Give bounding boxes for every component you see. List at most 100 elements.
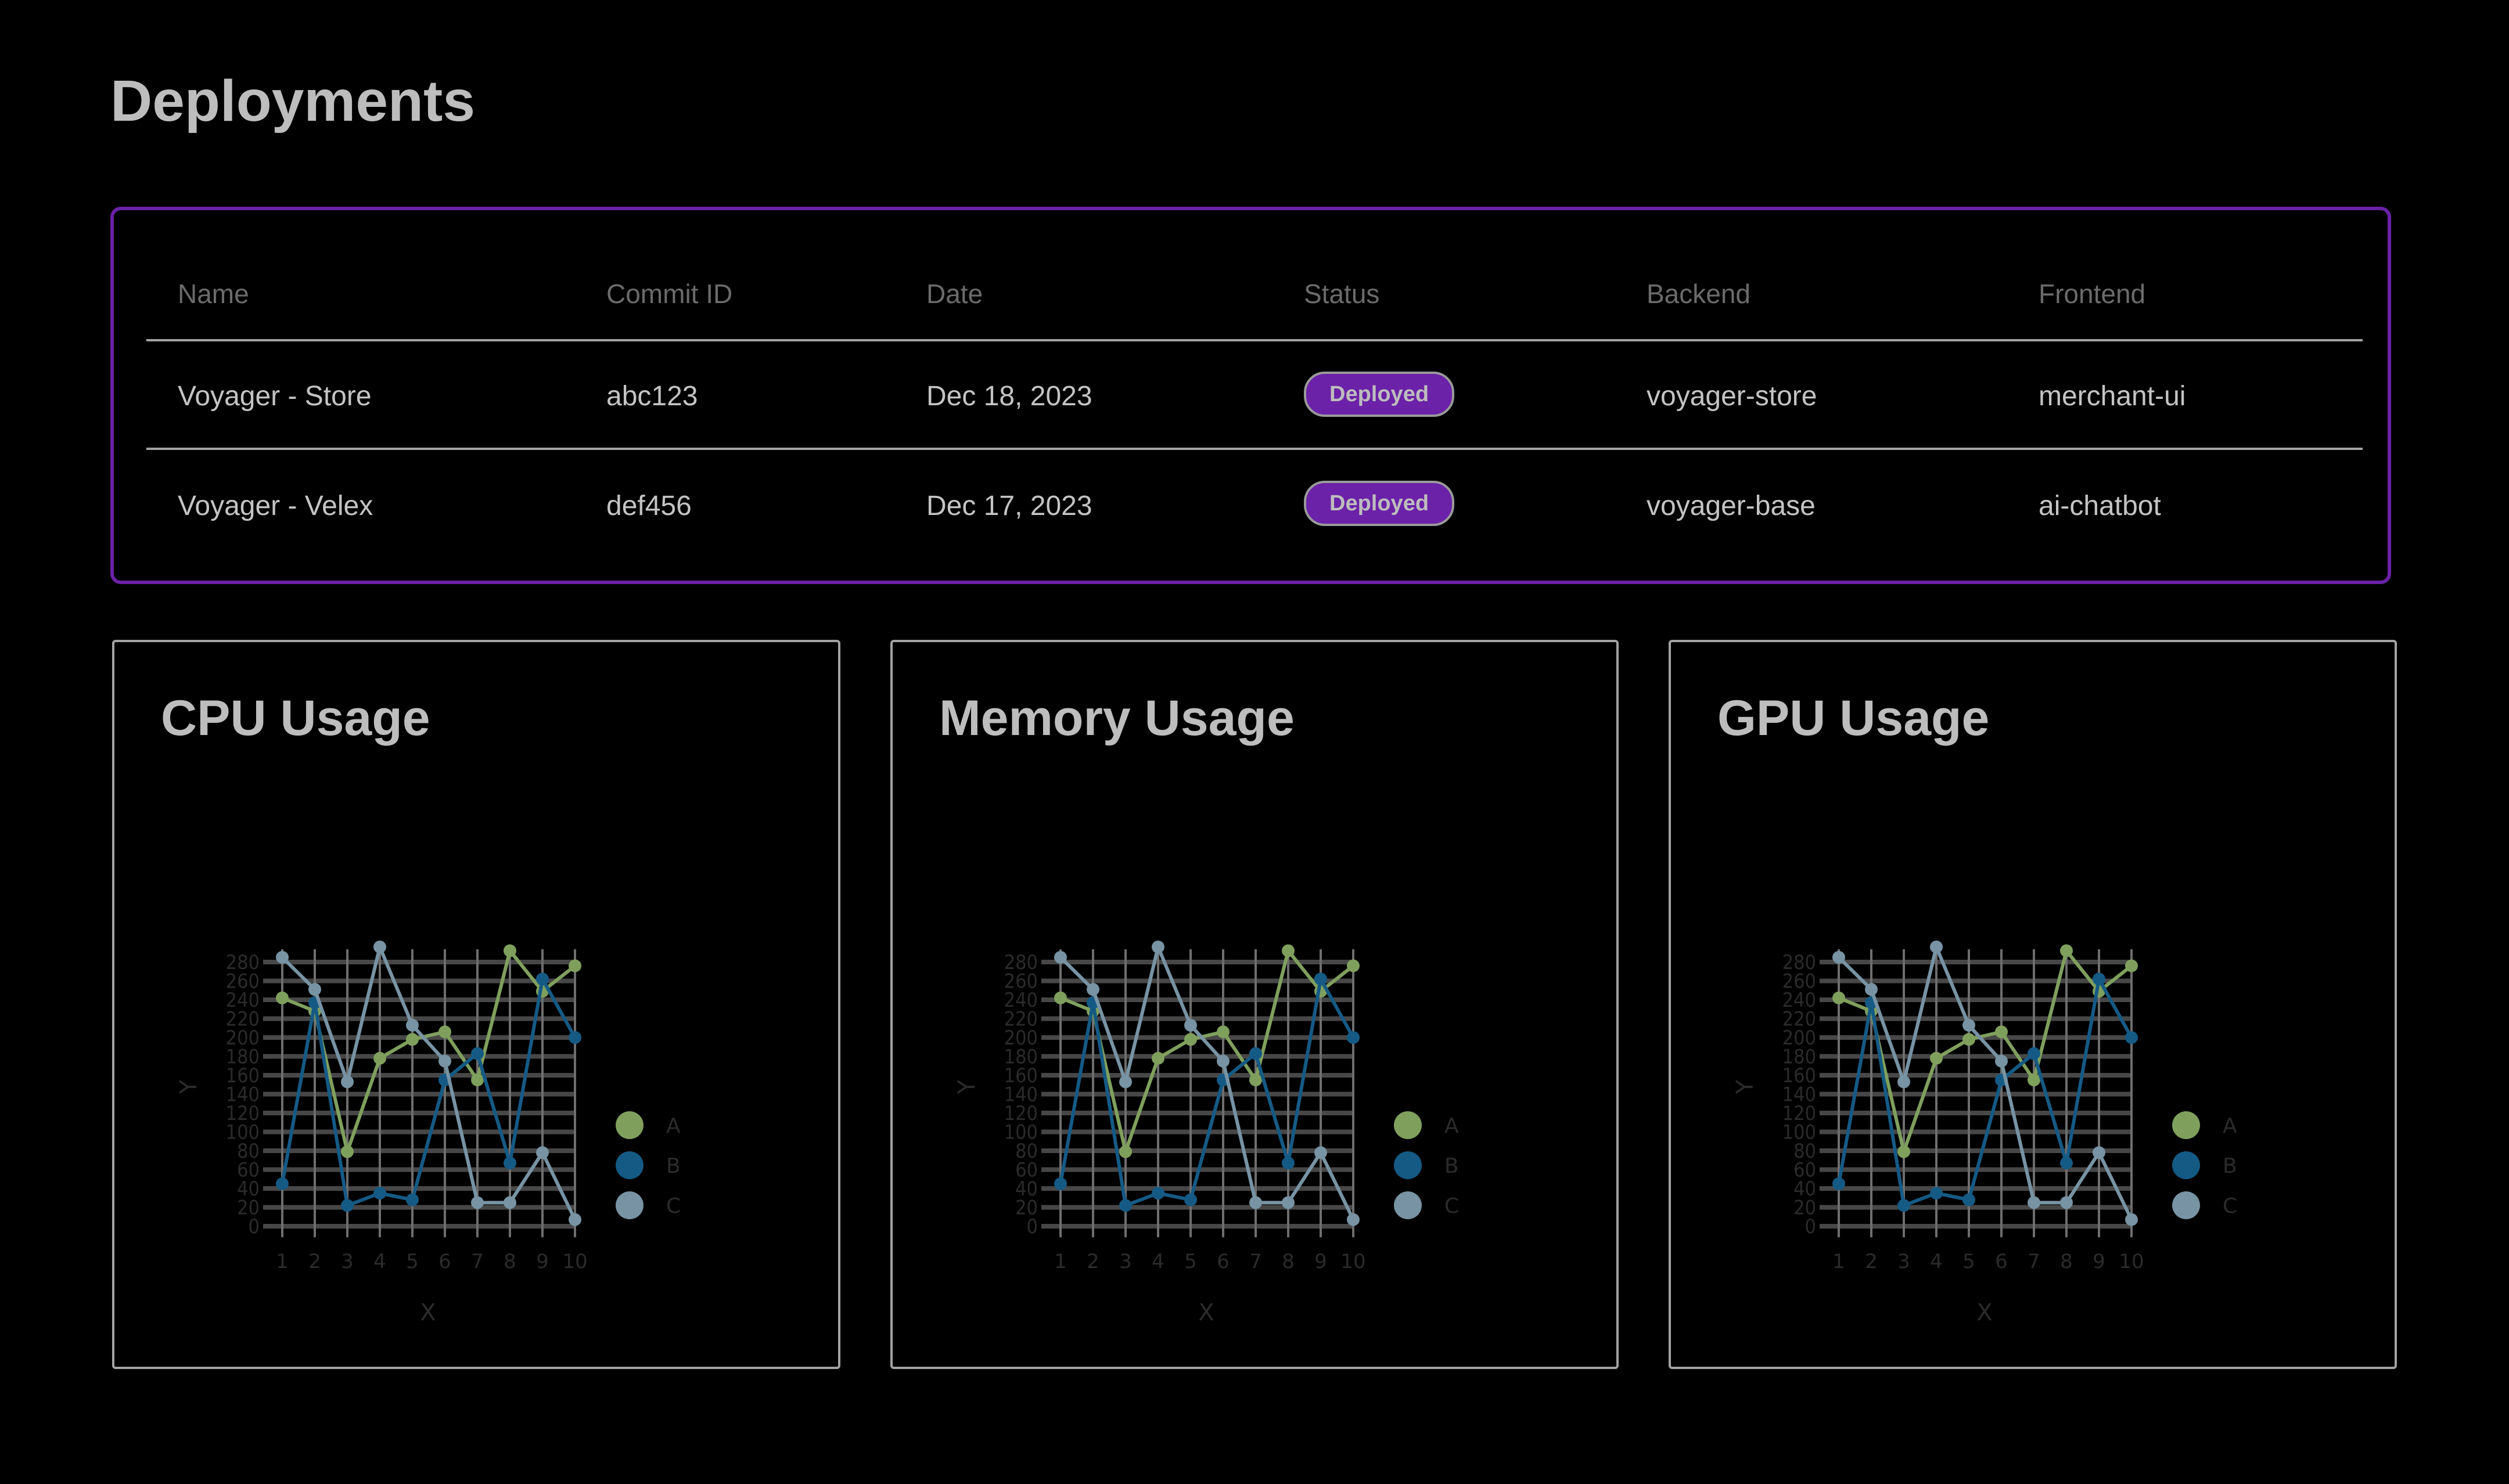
legend-label: B — [2223, 1154, 2237, 1178]
legend-label: B — [1444, 1154, 1459, 1178]
data-point — [471, 1074, 484, 1087]
y-tick-label: 280 — [1004, 951, 1038, 974]
x-tick-label: 6 — [1217, 1250, 1230, 1273]
cell-name: Voyager - Store — [178, 381, 372, 412]
data-point — [2125, 1031, 2138, 1044]
data-point — [1962, 1193, 1975, 1206]
x-tick-label: 1 — [1832, 1250, 1845, 1273]
data-point — [276, 991, 289, 1004]
data-point — [1054, 1177, 1067, 1190]
data-point — [471, 1047, 484, 1060]
legend-label: B — [666, 1154, 681, 1178]
data-point — [341, 1199, 354, 1212]
cell-name: Voyager - Velex — [178, 491, 373, 521]
legend-marker-C — [616, 1191, 644, 1219]
data-point — [1962, 1018, 1975, 1032]
gpu-usage-chart: 0204060801001201401601802002202402602801… — [1732, 941, 2237, 1326]
x-tick-label: 6 — [1995, 1250, 2008, 1273]
x-tick-label: 4 — [1930, 1250, 1943, 1273]
data-point — [569, 1031, 581, 1044]
legend-label: A — [2223, 1114, 2237, 1138]
gpu-usage-card: GPU Usage 0 20 40 60 80 100 120 140 160 180 200 220… — [1669, 640, 2397, 1369]
legend-marker-C — [1394, 1191, 1422, 1219]
legend-label: C — [1444, 1194, 1459, 1218]
data-point — [1217, 1025, 1230, 1039]
data-point — [1249, 1074, 1262, 1087]
data-point — [1184, 1033, 1197, 1046]
column-header-name[interactable]: Name — [178, 280, 249, 307]
data-point — [1282, 944, 1295, 957]
status-badge: Deployed — [1304, 481, 1455, 526]
data-point — [1897, 1145, 1910, 1158]
status-badge: Deployed — [1304, 372, 1455, 417]
data-point — [1314, 1146, 1327, 1159]
data-point — [1897, 1199, 1910, 1212]
data-point — [1995, 1025, 2008, 1039]
data-point — [1314, 972, 1327, 986]
data-point — [569, 959, 581, 972]
data-point — [2125, 1213, 2138, 1226]
data-point — [2093, 972, 2105, 986]
row-divider — [146, 448, 2363, 450]
data-point — [406, 1033, 419, 1046]
data-point — [373, 941, 386, 953]
column-header-commit-id[interactable]: Commit ID — [606, 280, 732, 307]
cell-commit-id: def456 — [606, 491, 692, 521]
x-tick-label: 1 — [1054, 1250, 1067, 1273]
data-point — [1184, 1018, 1197, 1032]
data-point — [2060, 944, 2073, 957]
data-point — [1054, 950, 1067, 964]
data-point — [2060, 1196, 2073, 1209]
data-point — [1282, 1157, 1295, 1170]
data-point — [1995, 1054, 2008, 1068]
data-point — [1152, 941, 1164, 953]
data-point — [1087, 983, 1099, 996]
x-tick-label: 10 — [1340, 1250, 1365, 1273]
column-header-date[interactable]: Date — [926, 280, 983, 307]
data-point — [1832, 950, 1845, 964]
y-tick-label: 280 — [1782, 951, 1816, 974]
data-point — [1119, 1075, 1132, 1089]
legend-marker-B — [1394, 1151, 1422, 1179]
page-title: Deployments — [110, 69, 475, 134]
data-point — [2093, 1146, 2105, 1159]
legend-marker-A — [1394, 1111, 1422, 1139]
column-header-status[interactable]: Status — [1304, 280, 1379, 307]
data-point — [1119, 1199, 1132, 1212]
legend-label: A — [1444, 1114, 1459, 1138]
column-header-backend[interactable]: Backend — [1647, 280, 1750, 307]
data-point — [471, 1196, 484, 1209]
x-tick-label: 2 — [308, 1250, 321, 1273]
x-tick-label: 8 — [1282, 1250, 1295, 1273]
x-tick-label: 5 — [406, 1250, 419, 1273]
x-tick-label: 5 — [1962, 1250, 1975, 1273]
data-point — [569, 1213, 581, 1226]
x-tick-label: 6 — [438, 1250, 451, 1273]
data-point — [1962, 1033, 1975, 1046]
data-point — [504, 944, 516, 957]
y-tick-label: 280 — [226, 951, 260, 974]
data-point — [2125, 959, 2138, 972]
x-tick-label: 9 — [1314, 1250, 1327, 1273]
data-point — [1930, 941, 1943, 953]
legend-label: C — [666, 1194, 681, 1218]
data-point — [1897, 1075, 1910, 1089]
column-header-frontend[interactable]: Frontend — [2039, 280, 2145, 307]
x-tick-label: 7 — [2028, 1250, 2040, 1273]
x-tick-label: 4 — [1152, 1250, 1164, 1273]
y-axis-label: Y — [175, 1079, 202, 1094]
data-point — [1152, 1051, 1164, 1065]
x-tick-label: 9 — [536, 1250, 549, 1273]
data-point — [276, 1177, 289, 1190]
data-point — [1152, 1187, 1164, 1200]
data-point — [1832, 991, 1845, 1004]
legend-marker-B — [2172, 1151, 2200, 1179]
legend-label: C — [2223, 1194, 2237, 1218]
legend-marker-B — [616, 1151, 644, 1179]
data-point — [2028, 1047, 2040, 1060]
data-point — [1832, 1177, 1845, 1190]
data-point — [406, 1193, 419, 1206]
data-point — [1347, 1031, 1360, 1044]
x-tick-label: 8 — [2060, 1250, 2073, 1273]
x-tick-label: 5 — [1184, 1250, 1197, 1273]
